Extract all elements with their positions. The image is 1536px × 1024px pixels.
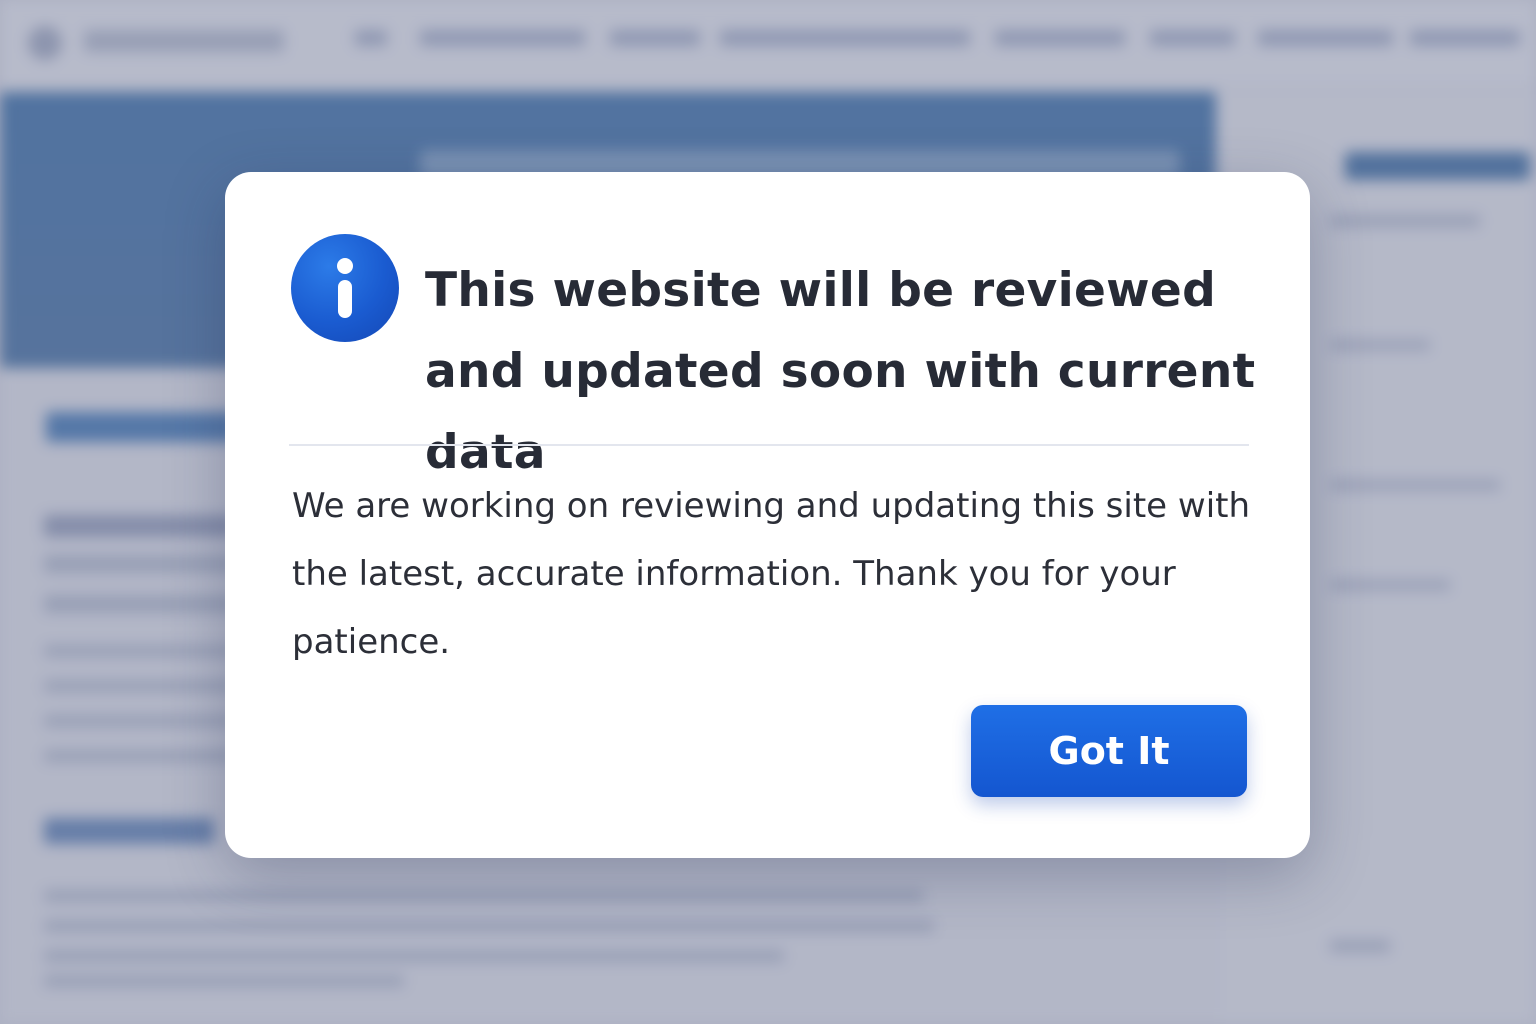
dialog-divider [289, 444, 1249, 446]
notice-dialog: This website will be reviewed and update… [225, 172, 1310, 858]
dialog-title: This website will be reviewed and update… [425, 263, 1256, 480]
info-icon-dot [337, 258, 353, 274]
got-it-button[interactable]: Got It [971, 705, 1247, 797]
info-icon-stem [338, 280, 352, 318]
info-icon [291, 234, 399, 342]
dialog-message: We are working on reviewing and updating… [292, 486, 1251, 662]
